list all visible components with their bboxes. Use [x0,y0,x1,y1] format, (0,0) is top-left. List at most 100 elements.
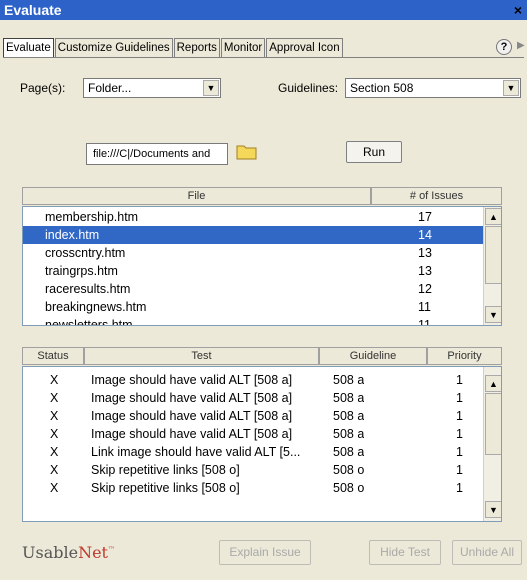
list-item[interactable]: traingrps.htm 13 [23,262,483,280]
issue-priority: 1 [456,445,463,459]
table-row[interactable]: X Image should have valid ALT [508 a] 50… [23,389,483,407]
pages-label: Page(s): [20,81,66,95]
folder-icon[interactable] [236,143,258,161]
issue-guideline: 508 a [333,391,365,405]
table-row[interactable]: X Image should have valid ALT [508 a] 50… [23,407,483,425]
issue-status: X [50,463,59,477]
window-title: Evaluate [4,2,62,18]
issues-header: Status Test Guideline Priority [22,347,502,365]
issues-column-guideline[interactable]: Guideline [319,347,427,365]
file-name: raceresults.htm [45,282,131,296]
table-row[interactable]: X Image should have valid ALT [508 a] 50… [23,425,483,443]
tab-evaluate[interactable]: Evaluate [3,38,54,57]
issues-list: X Image should have valid ALT [508 a] 50… [22,366,502,522]
issue-guideline: 508 o [333,463,365,477]
table-row[interactable]: X Skip repetitive links [508 o] 508 o 1 [23,461,483,479]
pages-select-value: Folder... [88,81,132,95]
unhide-all-button[interactable]: Unhide All [452,540,522,565]
list-item[interactable]: breakingnews.htm 11 [23,298,483,316]
files-column-file[interactable]: File [22,187,371,205]
list-item[interactable]: raceresults.htm 12 [23,280,483,298]
issue-status: X [50,445,59,459]
file-name: newsletters.htm [45,318,133,326]
tab-bar: Evaluate Customize Guidelines Reports Mo… [3,38,344,58]
tab-monitor[interactable]: Monitor [220,38,266,57]
evaluate-panel: Evaluate × Evaluate Customize Guidelines… [0,0,527,580]
file-issue-count: 17 [418,210,432,224]
list-item[interactable]: membership.htm 17 [23,208,483,226]
help-icon[interactable]: ? [496,39,512,55]
hide-test-button[interactable]: Hide Test [369,540,441,565]
tab-reports[interactable]: Reports [173,38,220,57]
issue-test: Link image should have valid ALT [5... [91,445,301,459]
path-input[interactable]: file:///C|/Documents and [86,143,228,165]
issue-test: Image should have valid ALT [508 a] [91,409,293,423]
issue-status: X [50,481,59,495]
issues-column-priority[interactable]: Priority [427,347,502,365]
logo-net: Net [78,543,108,562]
issue-priority: 1 [456,409,463,423]
usablenet-logo: UsableNet™ [22,543,115,562]
issues-scrollbar[interactable]: ▲ ▼ [483,367,501,521]
explain-issue-button[interactable]: Explain Issue [219,540,311,565]
list-item-selected[interactable]: index.htm 14 [23,226,483,244]
issue-priority: 1 [456,391,463,405]
tab-scroll-right-icon[interactable]: ▶ [517,40,525,56]
scroll-down-icon[interactable]: ▼ [485,501,501,518]
logo-trademark: ™ [107,545,115,554]
file-issue-count: 12 [418,282,432,296]
issue-test: Image should have valid ALT [508 a] [91,391,293,405]
scroll-up-icon[interactable]: ▲ [485,375,501,392]
files-list: membership.htm 17 index.htm 14 crosscntr… [22,206,502,326]
issue-test: Image should have valid ALT [508 a] [91,373,293,387]
list-item[interactable]: newsletters.htm 11 [23,316,483,326]
file-name: breakingnews.htm [45,300,147,314]
logo-usable: Usable [22,543,79,562]
file-issue-count: 11 [418,318,431,326]
tab-customize-guidelines[interactable]: Customize Guidelines [54,38,173,57]
list-item[interactable]: crosscntry.htm 13 [23,244,483,262]
scroll-thumb[interactable] [485,226,501,284]
issue-priority: 1 [456,481,463,495]
issues-column-test[interactable]: Test [84,347,319,365]
table-row[interactable]: X Image should have valid ALT [508 a] 50… [23,371,483,389]
issue-priority: 1 [456,373,463,387]
file-issue-count: 13 [418,246,432,260]
table-row[interactable]: X Skip repetitive links [508 o] 508 o 1 [23,479,483,497]
issue-guideline: 508 a [333,409,365,423]
issue-status: X [50,409,59,423]
run-button[interactable]: Run [346,141,402,163]
tab-approval-icon[interactable]: Approval Icon [266,38,343,57]
file-issue-count: 11 [418,300,431,314]
file-name: crosscntry.htm [45,246,126,260]
scroll-thumb[interactable] [485,393,501,455]
table-row[interactable]: X Link image should have valid ALT [5...… [23,443,483,461]
issue-status: X [50,427,59,441]
guidelines-select[interactable]: Section 508 ▼ [345,78,521,98]
files-scrollbar[interactable]: ▲ ▼ [483,207,501,325]
file-issue-count: 14 [418,228,432,242]
issue-test: Skip repetitive links [508 o] [91,481,240,495]
guidelines-label: Guidelines: [278,81,339,95]
issue-status: X [50,373,59,387]
issue-guideline: 508 a [333,373,365,387]
guidelines-select-value: Section 508 [350,81,414,95]
close-icon[interactable]: × [511,2,525,18]
files-header: File # of Issues [22,187,502,205]
issue-test: Image should have valid ALT [508 a] [91,427,293,441]
issue-status: X [50,391,59,405]
file-issue-count: 13 [418,264,432,278]
issues-column-status[interactable]: Status [22,347,84,365]
issue-guideline: 508 o [333,481,365,495]
title-bar: Evaluate × [0,0,527,20]
file-name: index.htm [45,228,100,242]
pages-select[interactable]: Folder... ▼ [83,78,221,98]
files-column-issues[interactable]: # of Issues [371,187,502,205]
scroll-up-icon[interactable]: ▲ [485,208,501,225]
chevron-down-icon[interactable]: ▼ [203,80,219,96]
file-name: traingrps.htm [45,264,118,278]
issue-test: Skip repetitive links [508 o] [91,463,240,477]
chevron-down-icon[interactable]: ▼ [503,80,519,96]
file-name: membership.htm [45,210,139,224]
scroll-down-icon[interactable]: ▼ [485,306,501,323]
